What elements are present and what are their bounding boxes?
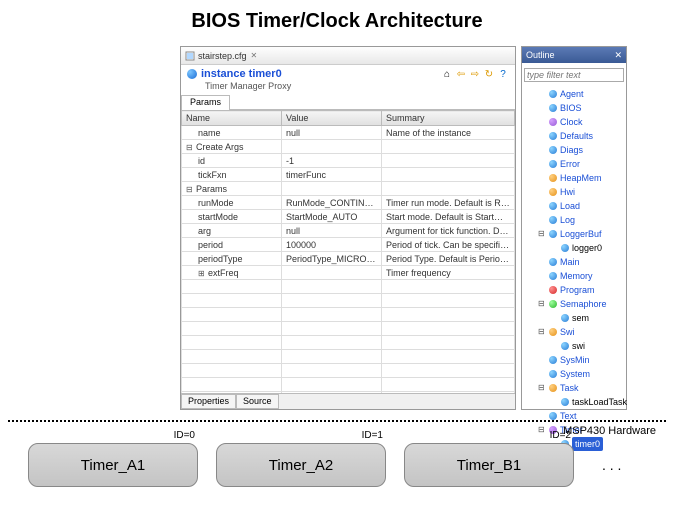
module-icon [549, 118, 557, 126]
param-row[interactable]: argnullArgument for tick function. Defau… [182, 224, 515, 238]
tree-node[interactable]: Log [538, 213, 622, 227]
timer-block: ID=0Timer_A1 [28, 443, 198, 487]
module-icon [549, 370, 557, 378]
param-row[interactable]: ⊟Params [182, 182, 515, 196]
tree-node[interactable]: ⊟Task [538, 381, 622, 395]
param-row[interactable]: ⊞extFreqTimer frequency [182, 266, 515, 280]
tree-node[interactable]: SysMin [538, 353, 622, 367]
tree-node[interactable]: Memory [538, 269, 622, 283]
close-icon[interactable]: ✕ [251, 51, 258, 60]
nav-toolbar: ⌂ ⇦ ⇨ ↻ ? [441, 68, 509, 80]
tree-node[interactable]: logger0 [550, 241, 622, 255]
slide-title: BIOS Timer/Clock Architecture [0, 0, 674, 33]
editor-tab[interactable]: stairstep.cfg ✕ [181, 47, 515, 65]
tree-node[interactable]: Clock [538, 115, 622, 129]
tree-node[interactable]: ⊟Semaphore [538, 297, 622, 311]
module-icon [549, 202, 557, 210]
timer-block: ID=1Timer_A2 [216, 443, 386, 487]
module-icon [549, 104, 557, 112]
module-icon [549, 160, 557, 168]
help-icon[interactable]: ? [497, 68, 509, 80]
param-row[interactable]: id-1 [182, 154, 515, 168]
tree-node[interactable]: BIOS [538, 101, 622, 115]
tree-node[interactable]: sem [550, 311, 622, 325]
home-icon[interactable]: ⌂ [441, 68, 453, 80]
back-icon[interactable]: ⇦ [455, 68, 467, 80]
tree-node[interactable]: Defaults [538, 129, 622, 143]
module-icon [549, 146, 557, 154]
param-row[interactable]: tickFxntimerFunc [182, 168, 515, 182]
config-file-icon [185, 51, 195, 61]
instance-icon [187, 69, 197, 79]
param-row[interactable]: periodTypePeriodType_MICROSECSPeriod Typ… [182, 252, 515, 266]
tree-node[interactable]: Main [538, 255, 622, 269]
forward-icon[interactable]: ⇨ [469, 68, 481, 80]
tree-node[interactable]: Program [538, 283, 622, 297]
module-icon [549, 90, 557, 98]
module-icon [549, 174, 557, 182]
module-icon [561, 342, 569, 350]
outline-title: Outline [526, 50, 555, 60]
tree-node[interactable]: Load [538, 199, 622, 213]
col-summary[interactable]: Summary [382, 111, 515, 126]
params-tab[interactable]: Params [181, 95, 230, 110]
module-icon [549, 216, 557, 224]
outline-panel: Outline ✕ AgentBIOSClockDefaultsDiagsErr… [521, 46, 627, 410]
module-icon [549, 188, 557, 196]
source-tab[interactable]: Source [236, 394, 279, 409]
module-icon [549, 356, 557, 364]
module-icon [549, 286, 557, 294]
tree-node[interactable]: Hwi [538, 185, 622, 199]
module-icon [549, 272, 557, 280]
tree-node[interactable]: ⊟Swi [538, 325, 622, 339]
module-icon [561, 244, 569, 252]
tree-node[interactable]: Agent [538, 87, 622, 101]
tree-node[interactable]: HeapMem [538, 171, 622, 185]
params-table: Name Value Summary namenullName of the i… [181, 110, 515, 400]
param-row[interactable]: ⊟Create Args [182, 140, 515, 154]
col-value[interactable]: Value [282, 111, 382, 126]
panel-close-icon[interactable]: ✕ [614, 50, 622, 61]
instance-title: instance timer0 [201, 68, 282, 80]
tree-node[interactable]: ⊟LoggerBuf [538, 227, 622, 241]
more-indicator: . . . [602, 457, 621, 473]
tree-node[interactable]: Diags [538, 143, 622, 157]
tree-node[interactable]: taskLoadTask [550, 395, 622, 409]
param-row[interactable]: startModeStartMode_AUTOStart mode. Defau… [182, 210, 515, 224]
module-icon [549, 230, 557, 238]
module-icon [549, 412, 557, 420]
module-icon [549, 328, 557, 336]
tab-label: stairstep.cfg [198, 51, 247, 61]
editor-panel: stairstep.cfg ✕ instance timer0 ⌂ ⇦ ⇨ ↻ … [180, 46, 516, 410]
instance-subtitle: Timer Manager Proxy [181, 81, 515, 91]
tree-node[interactable]: System [538, 367, 622, 381]
timer-block: ID=2Timer_B1 [404, 443, 574, 487]
param-row[interactable]: runModeRunMode_CONTINUOUSTimer run mode.… [182, 196, 515, 210]
refresh-icon[interactable]: ↻ [483, 68, 495, 80]
module-icon [549, 300, 557, 308]
col-name[interactable]: Name [182, 111, 282, 126]
module-icon [549, 132, 557, 140]
module-icon [561, 398, 569, 406]
filter-input[interactable] [524, 68, 624, 82]
module-icon [561, 314, 569, 322]
param-row[interactable]: namenullName of the instance [182, 126, 515, 140]
param-row[interactable]: period100000Period of tick. Can be speci… [182, 238, 515, 252]
hardware-section: MSP430 Hardware ID=0Timer_A1ID=1Timer_A2… [8, 420, 666, 487]
module-icon [549, 258, 557, 266]
module-icon [549, 384, 557, 392]
hw-divider [8, 420, 666, 422]
outline-tree: AgentBIOSClockDefaultsDiagsErrorHeapMemH… [522, 85, 626, 453]
tree-node[interactable]: Error [538, 157, 622, 171]
tree-node[interactable]: swi [550, 339, 622, 353]
properties-tab[interactable]: Properties [181, 394, 236, 409]
